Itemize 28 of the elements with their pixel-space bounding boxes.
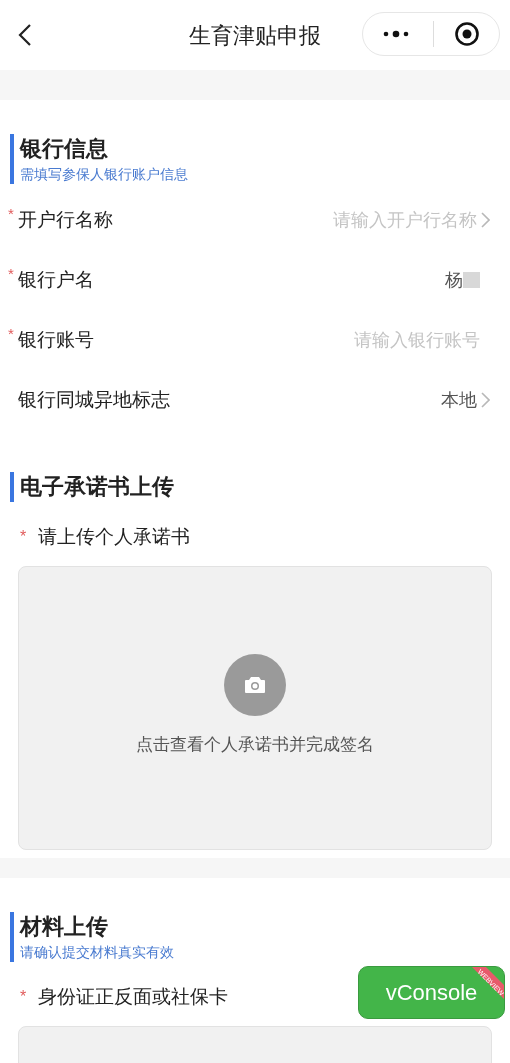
required-mark: * <box>20 987 28 1007</box>
field-label: 银行同城异地标志 <box>18 387 170 412</box>
required-mark: * <box>8 206 15 221</box>
section-title: 材料上传 <box>20 913 109 941</box>
upload-label: 请上传个人承诺书 <box>38 524 190 549</box>
field-value[interactable]: 杨 <box>445 266 463 294</box>
section-subtitle: 请确认提交材料真实有效 <box>20 943 174 962</box>
field-value[interactable]: 本地 <box>441 386 477 414</box>
section-subtitle: 需填写参保人银行账户信息 <box>20 165 188 184</box>
more-icon[interactable] <box>383 30 409 38</box>
section-title: 电子承诺书上传 <box>20 473 174 501</box>
required-mark: * <box>8 266 15 281</box>
upload-label: 身份证正反面或社保卡 <box>38 984 228 1009</box>
input-field[interactable]: 请输入开户行名称 <box>277 206 477 234</box>
required-mark: * <box>20 527 28 547</box>
upload-hint: 点击查看个人承诺书并完成签名 <box>136 734 374 757</box>
field-label: 银行账号 <box>18 327 94 352</box>
input-field[interactable]: 请输入银行账号 <box>280 326 480 354</box>
back-icon[interactable] <box>18 23 32 47</box>
section-title: 银行信息 <box>20 135 109 163</box>
camera-icon <box>244 676 266 695</box>
field-label: 开户行名称 <box>18 207 113 232</box>
field-label: 银行户名 <box>18 267 94 292</box>
upload-area[interactable]: 点击查看个人承诺书并完成签名 <box>18 566 492 850</box>
window-title: 生育津贴申报 <box>188 21 322 50</box>
chevron-right-icon <box>481 392 490 408</box>
required-mark: * <box>8 326 15 341</box>
chevron-right-icon <box>481 212 490 228</box>
